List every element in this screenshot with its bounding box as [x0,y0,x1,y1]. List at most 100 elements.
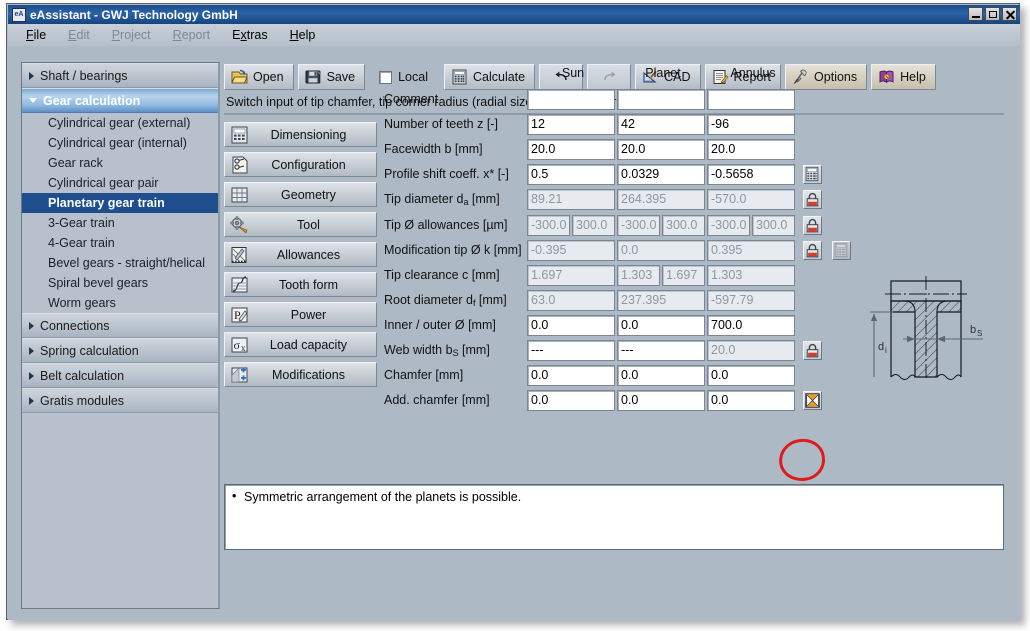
sidebar-group-connections[interactable]: Connections [22,313,218,338]
input-web-width-bs-mm-planet[interactable]: --- [617,340,705,361]
input-root-diameter-df-mm-planet[interactable]: 237.395 [617,290,705,311]
input-comment-planet[interactable] [617,89,705,110]
input-comment-annulus[interactable] [707,89,795,110]
tab-geometry[interactable]: Geometry [224,182,377,207]
open-folder-icon [231,69,248,85]
input-number-of-teeth-z-planet[interactable]: 42 [617,114,705,135]
menu-file[interactable]: File [26,28,46,42]
input-tip-allowances-m-planet-upper[interactable]: 300.0 [662,215,705,236]
input-tip-allowances-m-sun-upper[interactable]: 300.0 [572,215,615,236]
input-add-chamfer-mm-annulus[interactable]: 0.0 [707,390,795,411]
application-window: eA eAssistant - GWJ Technology GmbH File… [6,3,1020,620]
sidebar-item-3-gear-train[interactable]: 3-Gear train [22,213,218,233]
field-label-root-diameter-df-mm: Root diameter df [mm] [384,293,507,308]
menu-project[interactable]: Project [112,28,151,42]
input-number-of-teeth-z-annulus[interactable]: -96 [707,114,795,135]
sidebar-group-belt-calculation[interactable]: Belt calculation [22,363,218,388]
tab-configuration[interactable]: Configuration [224,152,377,177]
input-profile-shift-coeff-x-planet[interactable]: 0.0329 [617,164,705,185]
chevron-up-icon [29,98,37,103]
input-chamfer-mm-sun[interactable]: 0.0 [527,365,615,386]
input-tip-diameter-da-mm-annulus[interactable]: -570.0 [707,189,795,210]
input-web-width-bs-mm-sun[interactable]: --- [527,340,615,361]
input-number-of-teeth-z-sun[interactable]: 12 [527,114,615,135]
lock-icon [804,191,821,208]
input-add-chamfer-mm-sun[interactable]: 0.0 [527,390,615,411]
sidebar-item-planetary-gear-train[interactable]: Planetary gear train [22,193,218,213]
sidebar-item-worm-gears[interactable]: Worm gears [22,293,218,313]
input-facewidth-b-mm-sun[interactable]: 20.0 [527,139,615,160]
input-profile-shift-coeff-x-sun[interactable]: 0.5 [527,164,615,185]
input-chamfer-mm-annulus[interactable]: 0.0 [707,365,795,386]
sidebar-item-label: Gear rack [48,156,103,170]
tab-allowances[interactable]: Allowances [224,242,377,267]
input-facewidth-b-mm-planet[interactable]: 20.0 [617,139,705,160]
save-button[interactable]: Save [298,64,366,90]
tab-power[interactable]: PPower [224,302,377,327]
input-chamfer-mm-planet[interactable]: 0.0 [617,365,705,386]
sidebar-group-spring-calculation[interactable]: Spring calculation [22,338,218,363]
input-inner-outer-mm-planet[interactable]: 0.0 [617,315,705,336]
open-button[interactable]: Open [224,64,294,90]
calculator-icon-button-disabled-modification-tip-k-mm[interactable] [832,241,851,260]
menu-extras[interactable]: Extras [232,28,267,42]
input-tip-clearance-c-mm-annulus[interactable]: 1.303 [707,265,795,286]
input-modification-tip-k-mm-sun[interactable]: -0.395 [527,240,615,261]
input-tip-allowances-m-annulus-upper[interactable]: 300.0 [752,215,795,236]
input-comment-sun[interactable] [527,89,615,110]
sidebar-group-gratis-modules[interactable]: Gratis modules [22,388,218,413]
lock-icon [804,242,821,259]
sidebar-item-cylindrical-gear-external-[interactable]: Cylindrical gear (external) [22,113,218,133]
screenshot-root: eA eAssistant - GWJ Technology GmbH File… [0,0,1030,631]
lock-icon-button-tip-diameter-da-mm[interactable] [803,190,822,209]
menu-edit[interactable]: Edit [68,28,90,42]
chamfer-toggle-icon-button-add-chamfer-mm[interactable] [803,391,822,410]
tab-tooth-form[interactable]: Tooth form [224,272,377,297]
menu-bar: File Edit Project Report Extras Help [8,24,1020,46]
tab-dimensioning[interactable]: Dimensioning [224,122,377,147]
chevron-right-icon [29,397,34,405]
input-tip-diameter-da-mm-sun[interactable]: 89.21 [527,189,615,210]
sidebar-group-gear-calculation[interactable]: Gear calculation [22,88,218,113]
input-add-chamfer-mm-planet[interactable]: 0.0 [617,390,705,411]
lock-icon-button-tip-allowances-m[interactable] [803,216,822,235]
minimize-button[interactable] [968,7,983,21]
power-icon: P [230,306,249,324]
sidebar-group-shaft-bearings[interactable]: Shaft / bearings [22,63,218,88]
input-tip-allowances-m-annulus-lower[interactable]: -300.0 [707,215,750,236]
input-tip-diameter-da-mm-planet[interactable]: 264.395 [617,189,705,210]
maximize-button[interactable] [985,7,1000,21]
input-tip-clearance-c-mm-sun[interactable]: 1.697 [527,265,615,286]
input-modification-tip-k-mm-planet[interactable]: 0.0 [617,240,705,261]
calculator-icon-button-profile-shift-coeff-x[interactable] [803,165,822,184]
sidebar-item-bevel-gears-straight-helical[interactable]: Bevel gears - straight/helical [22,253,218,273]
input-tip-clearance-c-mm-planet-lower[interactable]: 1.303 [617,265,660,286]
tab-load-capacity[interactable]: σxLoad capacity [224,332,377,357]
lock-icon-button-modification-tip-k-mm[interactable] [803,241,822,260]
tab-tool[interactable]: Tool [224,212,377,237]
field-label-number-of-teeth-z: Number of teeth z [-] [384,117,498,131]
input-facewidth-b-mm-annulus[interactable]: 20.0 [707,139,795,160]
sidebar-item-cylindrical-gear-internal-[interactable]: Cylindrical gear (internal) [22,133,218,153]
input-root-diameter-df-mm-annulus[interactable]: -597.79 [707,290,795,311]
input-modification-tip-k-mm-annulus[interactable]: 0.395 [707,240,795,261]
input-tip-allowances-m-planet-lower[interactable]: -300.0 [617,215,660,236]
tab-modifications[interactable]: Modifications [224,362,377,387]
menu-help[interactable]: Help [290,28,316,42]
sidebar-item-spiral-bevel-gears[interactable]: Spiral bevel gears [22,273,218,293]
input-tip-allowances-m-sun-lower[interactable]: -300.0 [527,215,570,236]
lock-icon-button-web-width-bs-mm[interactable] [803,341,822,360]
sidebar-item-4-gear-train[interactable]: 4-Gear train [22,233,218,253]
close-button[interactable] [1002,7,1017,21]
input-tip-clearance-c-mm-planet-upper[interactable]: 1.697 [662,265,705,286]
field-label-comment: Comment [384,92,438,106]
input-inner-outer-mm-annulus[interactable]: 700.0 [707,315,795,336]
menu-report[interactable]: Report [173,28,211,42]
field-label-web-width-bs-mm: Web width bS [mm] [384,343,490,358]
input-root-diameter-df-mm-sun[interactable]: 63.0 [527,290,615,311]
sidebar-item-gear-rack[interactable]: Gear rack [22,153,218,173]
sidebar-item-cylindrical-gear-pair[interactable]: Cylindrical gear pair [22,173,218,193]
input-web-width-bs-mm-annulus[interactable]: 20.0 [707,340,795,361]
input-profile-shift-coeff-x-annulus[interactable]: -0.5658 [707,164,795,185]
input-inner-outer-mm-sun[interactable]: 0.0 [527,315,615,336]
